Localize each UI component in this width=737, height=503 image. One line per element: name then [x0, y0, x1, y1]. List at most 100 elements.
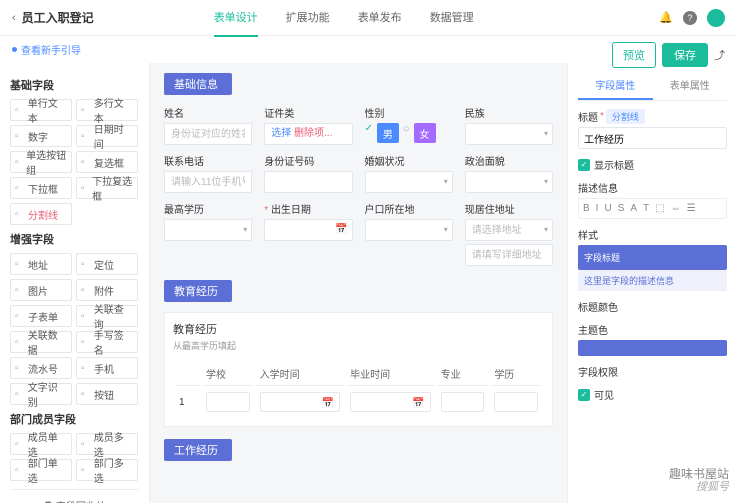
style-preview-desc: 这里是字段的描述信息 [578, 270, 727, 291]
toolbar-btn[interactable]: B [583, 203, 590, 214]
input-idno[interactable] [264, 171, 352, 193]
palette-chip[interactable]: ▫流水号 [10, 357, 72, 379]
label-phone: 联系电话 [164, 153, 252, 168]
toolbar-btn[interactable]: T [643, 203, 649, 214]
share-icon[interactable]: ⤴ [714, 47, 725, 63]
label-political: 政治面貌 [465, 153, 553, 168]
label-residence: 现居住地址 [465, 201, 553, 216]
tab-design[interactable]: 表单设计 [214, 0, 258, 37]
label-edu: 最高学历 [164, 201, 252, 216]
section-education: 教育经历 [164, 280, 232, 302]
tab-data[interactable]: 数据管理 [430, 0, 474, 37]
preview-button[interactable]: 预览 [612, 42, 656, 68]
section-basic-info: 基础信息 [164, 73, 232, 95]
section-work: 工作经历 [164, 439, 232, 461]
input-phone[interactable] [164, 171, 252, 193]
tab-extend[interactable]: 扩展功能 [286, 0, 330, 37]
palette-group-basic: 基础字段 [10, 77, 139, 93]
label-marital: 婚姻状况 [365, 153, 453, 168]
palette-chip[interactable]: ▫地址 [10, 253, 72, 275]
palette-chip[interactable]: ▫数字 [10, 125, 72, 147]
bell-icon[interactable]: 🔔 [659, 11, 673, 24]
edu-hint: 从最高学历填起 [173, 339, 544, 352]
palette-chip[interactable]: ▫单行文本 [10, 99, 72, 121]
palette-chip[interactable]: ▫成员单选 [10, 433, 72, 455]
toolbar-btn[interactable]: U [604, 203, 611, 214]
label-ethnic: 民族 [465, 105, 553, 120]
palette-chip[interactable]: ▫日期时间 [76, 125, 138, 147]
palette-chip[interactable]: ▫下拉框 [10, 177, 72, 199]
toolbar-btn[interactable]: ⬚ [655, 203, 664, 214]
palette-group-enhanced: 增强字段 [10, 231, 139, 247]
select-residence[interactable] [465, 219, 553, 241]
toolbar-btn[interactable]: A [630, 203, 637, 214]
input-name[interactable] [164, 123, 252, 145]
back-icon[interactable]: ‹ [12, 12, 16, 24]
label-name: 姓名 [164, 105, 252, 120]
input-cert[interactable]: 选择 删除项... [264, 123, 352, 145]
watermark-source: 搜狐号 [696, 478, 729, 494]
property-panel: 字段属性 表单属性 标题*分割线 ✓显示标题 描述信息 BIUSAT⬚⇔☰ 样式… [567, 63, 737, 503]
palette-chip[interactable]: ▫部门单选 [10, 459, 72, 481]
guide-text: 查看新手引导 [21, 42, 81, 57]
top-actions: 预览 保存 ⤴ [612, 42, 725, 68]
help-icon[interactable]: ? [683, 11, 697, 25]
toolbar-btn[interactable]: I [596, 203, 599, 214]
page-title: 员工入职登记 [22, 9, 94, 26]
recycle-bin[interactable]: ♻ 字段回收站 [10, 489, 139, 503]
avatar[interactable] [707, 9, 725, 27]
top-bar: ‹ 员工入职登记 表单设计 扩展功能 表单发布 数据管理 🔔 ? [0, 0, 737, 36]
edu-table: 学校入学时间毕业时间专业学历 1📅📅 [173, 360, 544, 418]
palette-chip[interactable]: ▫手写签名 [76, 331, 138, 353]
edu-subform: 教育经历 从最高学历填起 学校入学时间毕业时间专业学历 1📅📅 [164, 312, 553, 427]
palette-chip[interactable]: ▫定位 [76, 253, 138, 275]
toolbar-btn[interactable]: ☰ [687, 203, 696, 214]
theme-color-swatch[interactable] [578, 340, 727, 356]
palette-chip[interactable]: ▫分割线 [10, 203, 72, 225]
label-hukou: 户口所在地 [365, 201, 453, 216]
palette-chip[interactable]: ▫成员多选 [76, 433, 138, 455]
rich-toolbar[interactable]: BIUSAT ⬚ ⇔ ☰ [578, 198, 727, 219]
tab-publish[interactable]: 表单发布 [358, 0, 402, 37]
main-tabs: 表单设计 扩展功能 表单发布 数据管理 [214, 0, 474, 37]
palette-chip[interactable]: ▫多行文本 [76, 99, 138, 121]
palette-chip[interactable]: ▫按钮 [76, 383, 138, 405]
guide-dot-icon [12, 47, 17, 52]
input-residence-detail[interactable] [465, 244, 553, 266]
select-edu[interactable] [164, 219, 252, 241]
label-birth: * 出生日期 [264, 201, 352, 216]
table-row[interactable]: 1📅📅 [175, 388, 542, 416]
field-palette: 基础字段 ▫单行文本▫多行文本▫数字▫日期时间▫单选按钮组▫复选框▫下拉框▫下拉… [0, 63, 150, 503]
divider-pill[interactable]: 分割线 [606, 109, 645, 124]
tab-field-props[interactable]: 字段属性 [578, 71, 653, 100]
select-hukou[interactable] [365, 219, 453, 241]
palette-chip[interactable]: ▫文字识别 [10, 383, 72, 405]
edu-title: 教育经历 [173, 321, 544, 337]
save-button[interactable]: 保存 [662, 43, 708, 67]
show-title-check[interactable]: ✓显示标题 [578, 157, 727, 172]
form-canvas: 基础信息 姓名 证件类选择 删除项... 性别✓男○女 民族▾ 联系电话 身份证… [150, 63, 567, 503]
visible-check[interactable]: ✓可见 [578, 387, 727, 402]
palette-chip[interactable]: ▫下拉复选框 [76, 177, 138, 199]
label-idno: 身份证号码 [264, 153, 352, 168]
toolbar-btn[interactable]: S [618, 203, 625, 214]
label-gender: 性别 [365, 105, 453, 120]
label-cert: 证件类 [264, 105, 352, 120]
palette-chip[interactable]: ▫子表单 [10, 305, 72, 327]
palette-chip[interactable]: ▫关联查询 [76, 305, 138, 327]
palette-chip[interactable]: ▫部门多选 [76, 459, 138, 481]
palette-chip[interactable]: ▫附件 [76, 279, 138, 301]
gender-toggle[interactable]: ✓男○女 [365, 123, 453, 143]
palette-chip[interactable]: ▫单选按钮组 [10, 151, 72, 173]
palette-chip[interactable]: ▫关联数据 [10, 331, 72, 353]
toolbar-btn[interactable]: ⇔ [671, 203, 681, 214]
select-marital[interactable] [365, 171, 453, 193]
tab-form-props[interactable]: 表单属性 [653, 71, 728, 100]
prop-title-input[interactable] [578, 127, 727, 149]
style-preview-title[interactable]: 字段标题 [578, 245, 727, 270]
palette-chip[interactable]: ▫复选框 [76, 151, 138, 173]
select-political[interactable] [465, 171, 553, 193]
palette-chip[interactable]: ▫手机 [76, 357, 138, 379]
select-ethnic[interactable] [465, 123, 553, 145]
palette-chip[interactable]: ▫图片 [10, 279, 72, 301]
